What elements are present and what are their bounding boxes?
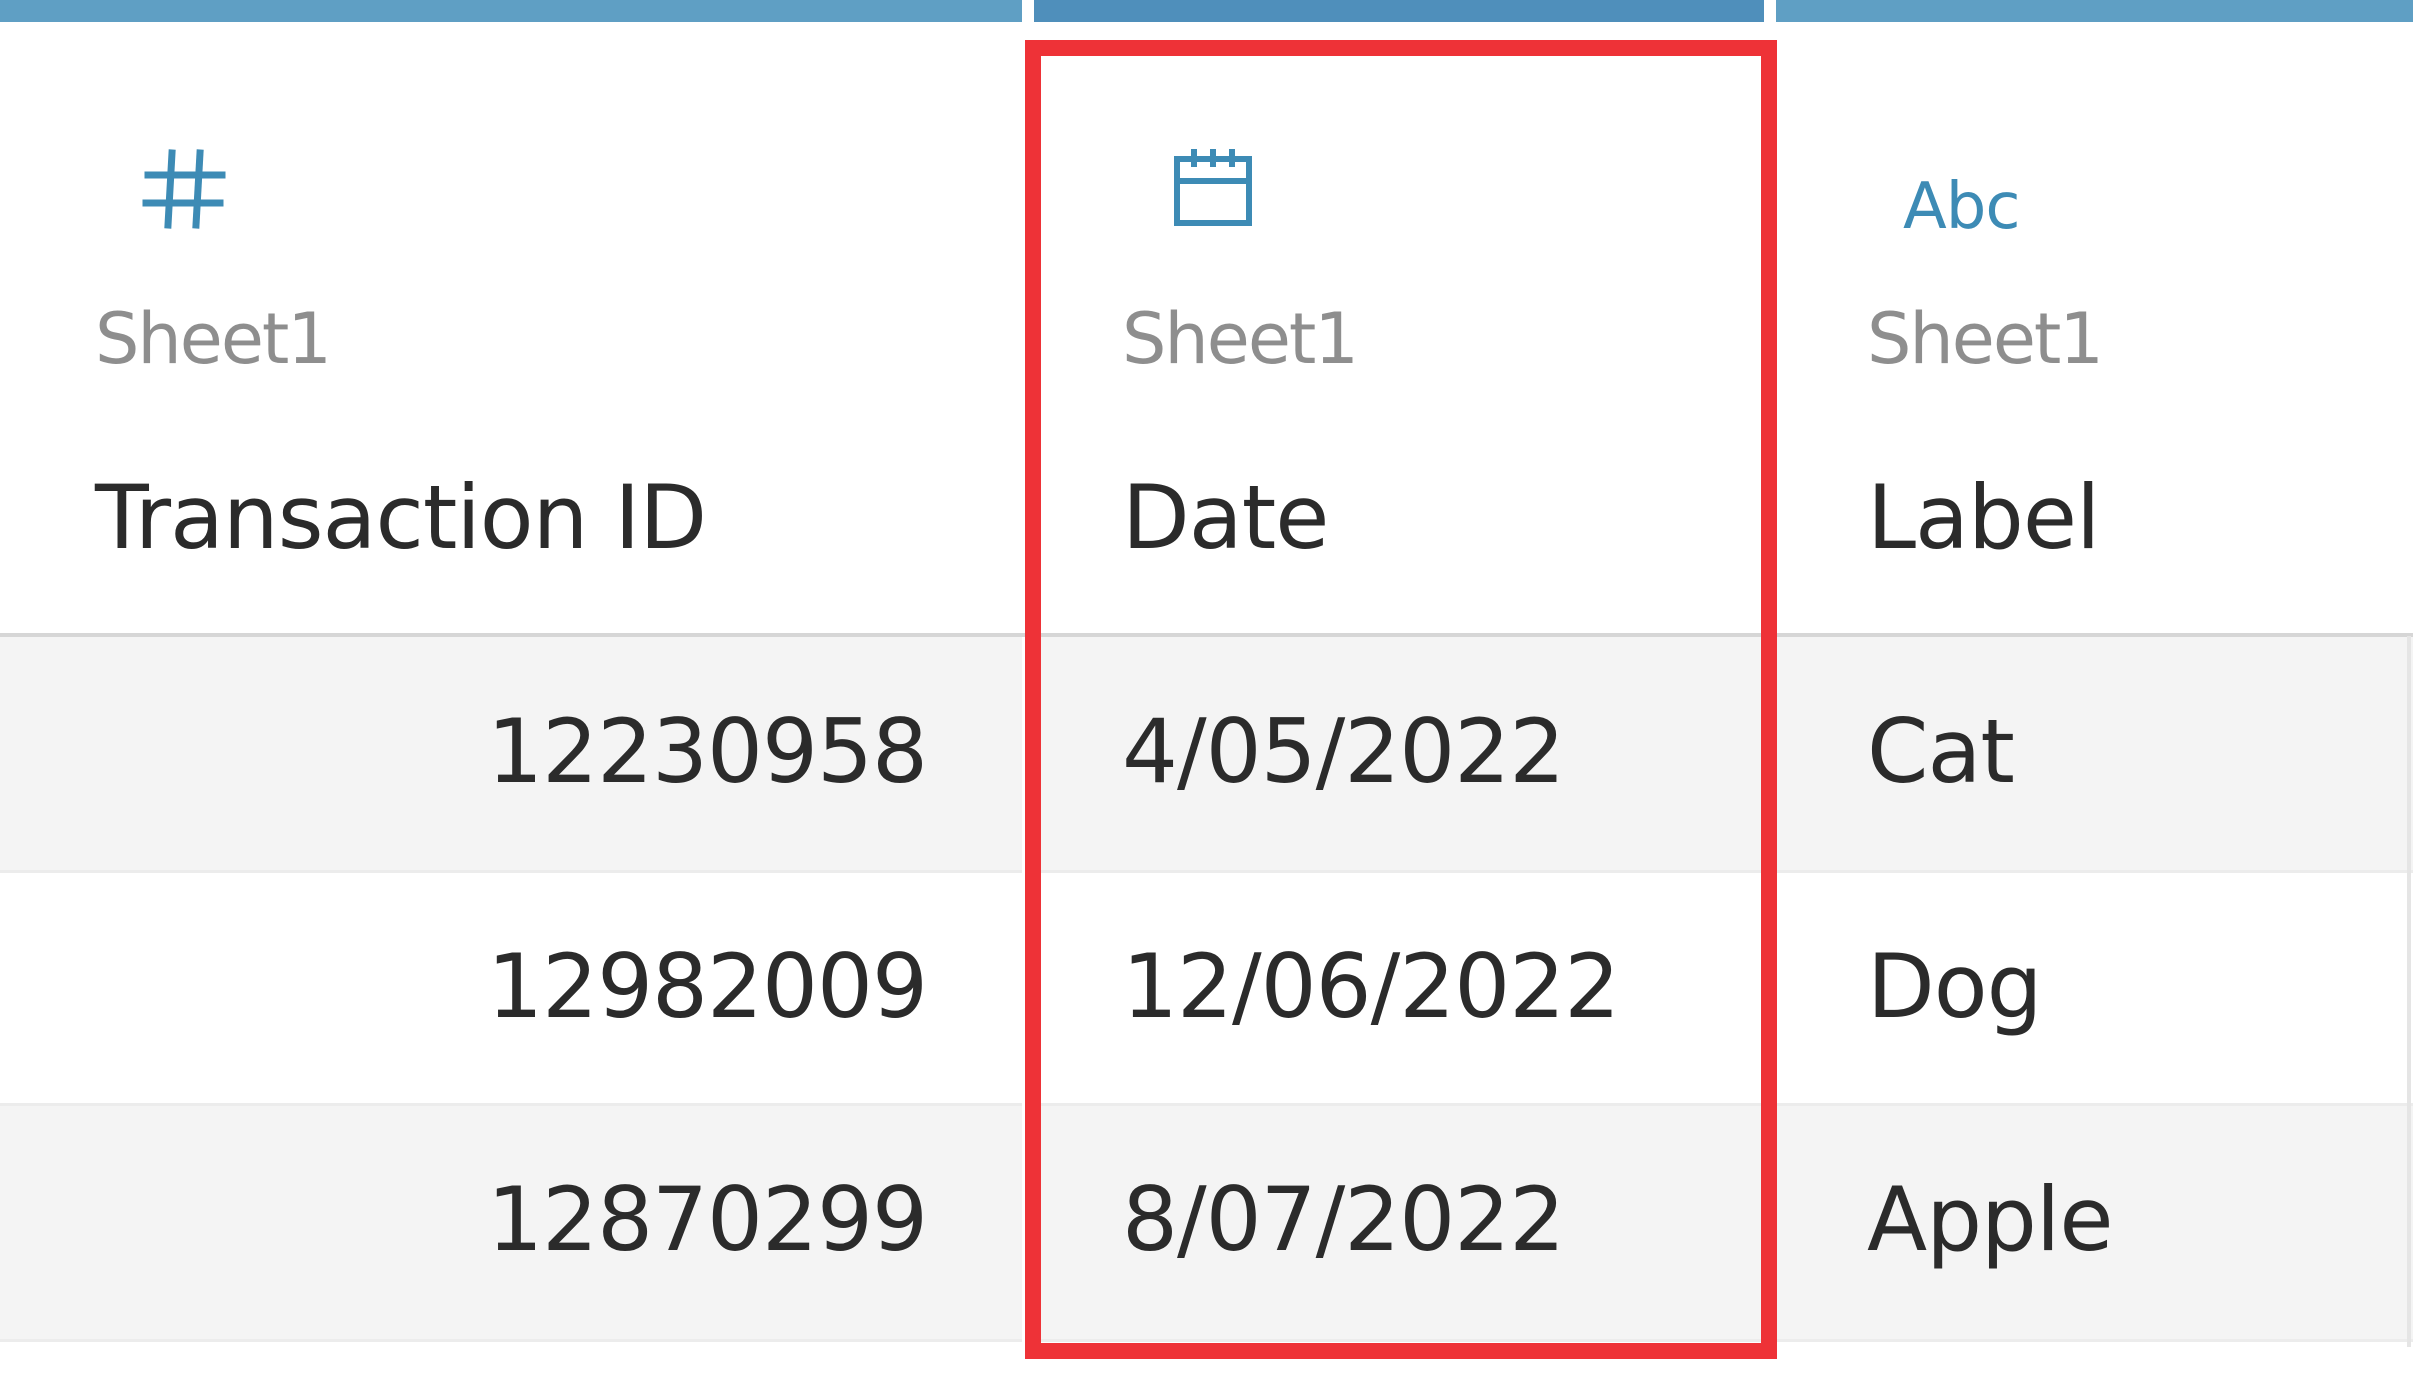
cell-date[interactable]: 12/06/2022 [1122, 935, 1620, 1038]
abc-icon[interactable]: Abc [1903, 170, 2021, 244]
column-field-name[interactable]: Date [1122, 466, 1329, 569]
cell-date[interactable]: 4/05/2022 [1122, 700, 1565, 803]
column-separator [1022, 0, 1034, 1347]
column-header[interactable]: Sheet1 Transaction ID [0, 22, 1022, 635]
column-field-name[interactable]: Transaction ID [95, 466, 707, 569]
column-header[interactable]: Sheet1 Date [1034, 22, 1764, 635]
column-source-label: Sheet1 [1867, 298, 2104, 380]
calendar-icon[interactable] [1172, 147, 1254, 233]
column-separator [1764, 0, 1776, 1347]
cell-date[interactable]: 8/07/2022 [1122, 1168, 1565, 1271]
column-transaction-id[interactable]: Sheet1 Transaction ID 12230958 12982009 … [0, 0, 1022, 1347]
cell-label[interactable]: Dog [1867, 935, 2042, 1038]
column-header-bar[interactable] [0, 0, 1022, 22]
cell-label[interactable]: Apple [1867, 1168, 2114, 1271]
column-source-label: Sheet1 [1122, 298, 1359, 380]
number-icon[interactable] [142, 147, 226, 235]
column-field-name[interactable]: Label [1867, 466, 2100, 569]
column-source-label: Sheet1 [95, 298, 332, 380]
column-header-bar[interactable] [1034, 0, 1764, 22]
column-label[interactable]: Abc Sheet1 Label Cat Dog Apple [1776, 0, 2413, 1347]
cell-transaction-id[interactable]: 12870299 [487, 1168, 928, 1271]
cell-transaction-id[interactable]: 12982009 [487, 935, 928, 1038]
column-date[interactable]: Sheet1 Date 4/05/2022 12/06/2022 8/07/20… [1034, 0, 1764, 1347]
column-header[interactable]: Abc Sheet1 Label [1776, 22, 2413, 635]
cell-label[interactable]: Cat [1867, 700, 2015, 803]
cell-transaction-id[interactable]: 12230958 [487, 700, 928, 803]
data-grid: Sheet1 Transaction ID 12230958 12982009 … [0, 0, 2413, 1359]
header-divider [0, 633, 2413, 637]
column-header-bar[interactable] [1776, 0, 2413, 22]
grid-right-edge [2407, 636, 2411, 1347]
